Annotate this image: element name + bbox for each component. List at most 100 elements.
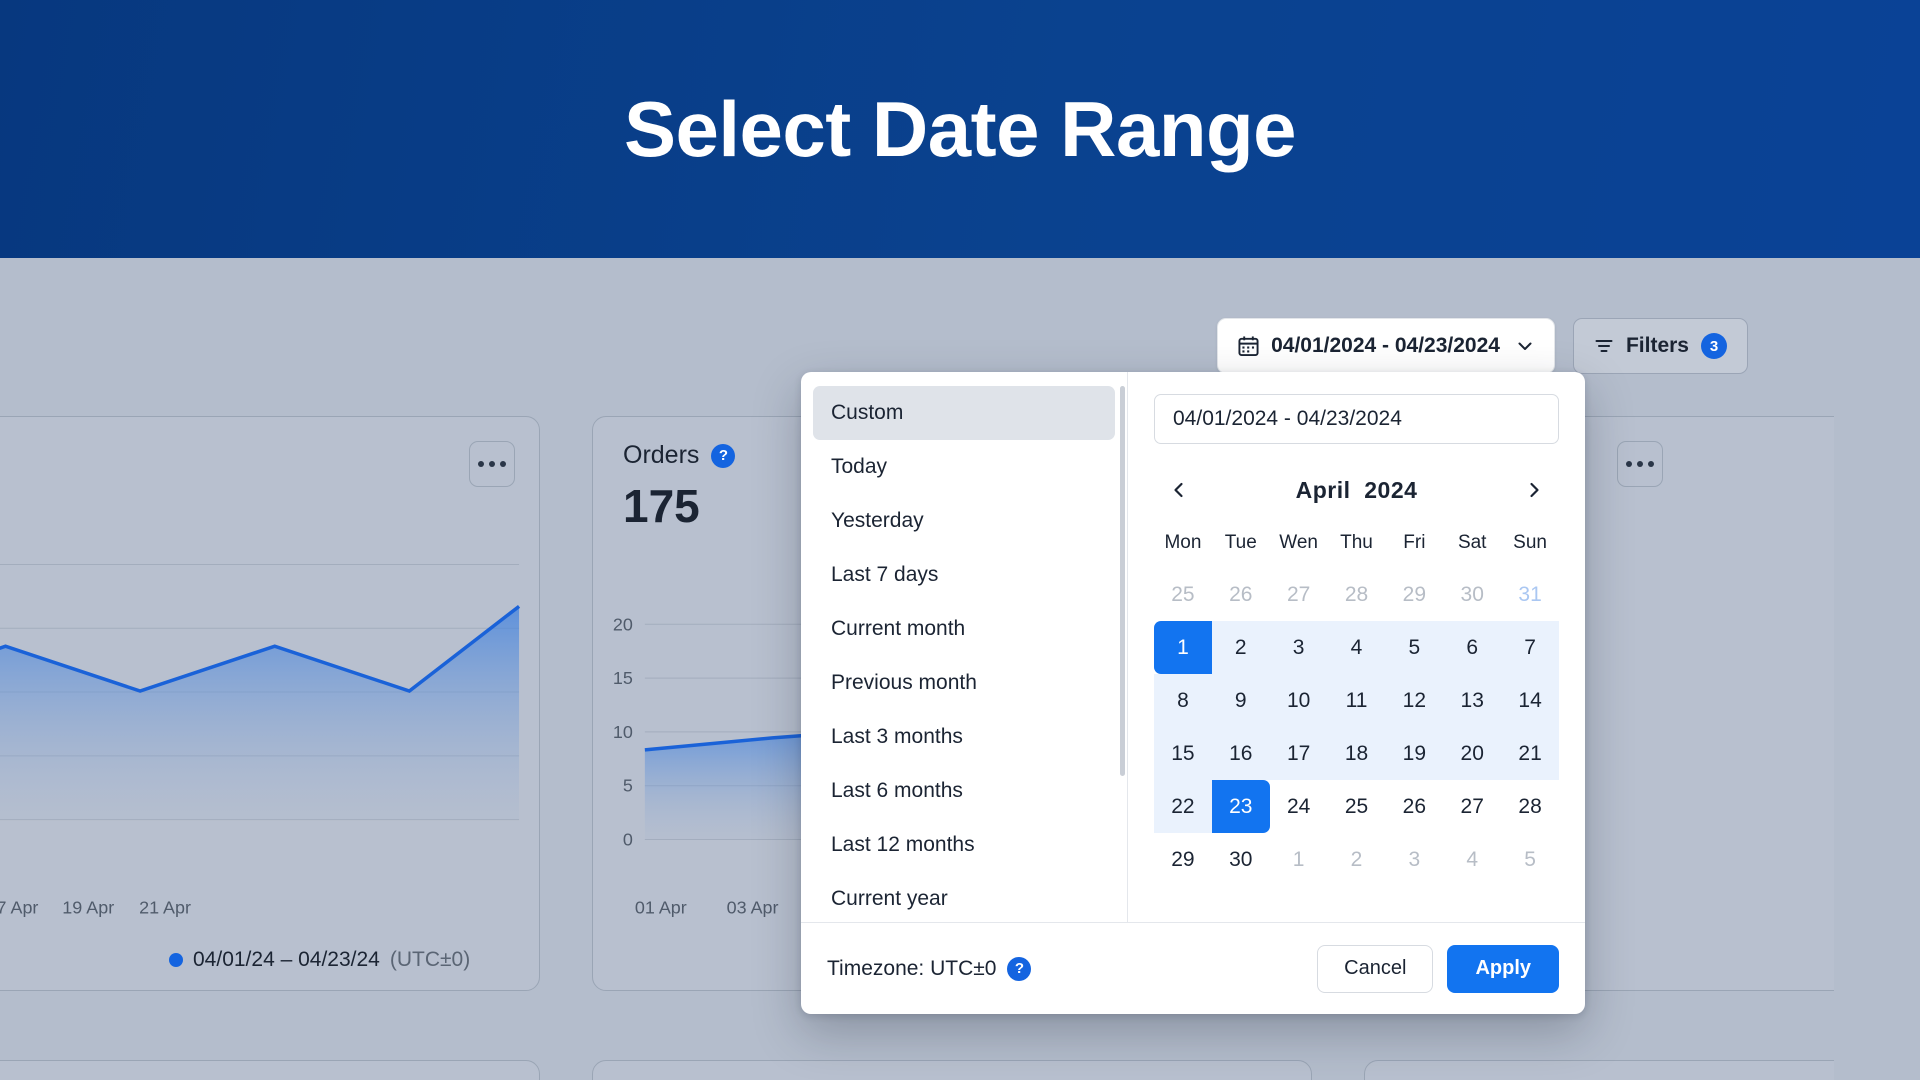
date-range-label: 04/01/2024 - 04/23/2024 (1271, 334, 1500, 357)
preset-label: Last 3 months (831, 725, 963, 748)
calendar-day[interactable]: 4 (1443, 833, 1501, 886)
metric-card-bottom-left (0, 1060, 540, 1080)
calendar-month-label: April (1295, 476, 1351, 503)
calendar-day[interactable]: 25 (1154, 568, 1212, 621)
cancel-button[interactable]: Cancel (1317, 944, 1434, 993)
calendar-day[interactable]: 21 (1501, 727, 1559, 780)
calendar-icon (1238, 336, 1259, 357)
calendar-day[interactable]: 18 (1327, 727, 1386, 780)
calendar-day[interactable]: 27 (1443, 780, 1501, 833)
calendar-day[interactable]: 10 (1269, 674, 1328, 727)
preset-label: Previous month (831, 671, 977, 694)
calendar-day[interactable]: 30 (1443, 568, 1501, 621)
preset-label: Last 6 months (831, 779, 963, 802)
preset-item-last-12-months[interactable]: Last 12 months (813, 818, 1115, 872)
weekday-label: Fri (1403, 532, 1426, 553)
help-icon[interactable]: ? (1007, 956, 1032, 981)
preset-item-custom[interactable]: Custom (813, 386, 1115, 440)
filter-icon (1595, 340, 1613, 352)
y-tick-label: 10 (613, 722, 633, 742)
calendar-day[interactable]: 13 (1443, 674, 1502, 727)
calendar-day[interactable]: 30 (1212, 833, 1270, 886)
calendar-day[interactable]: 28 (1328, 568, 1386, 621)
preset-list-scrollbar[interactable] (1120, 386, 1125, 776)
legend-timezone-label: (UTC±0) (389, 948, 471, 971)
calendar-day[interactable]: 26 (1385, 780, 1443, 833)
calendar-day[interactable]: 29 (1385, 568, 1443, 621)
preset-label: Current month (831, 617, 966, 640)
chevron-down-icon (1518, 342, 1532, 350)
filters-count-badge: 3 (1701, 333, 1727, 359)
preset-item-today[interactable]: Today (813, 440, 1115, 494)
next-month-button[interactable] (1519, 475, 1549, 505)
calendar-day[interactable]: 25 (1328, 780, 1386, 833)
calendar-day[interactable]: 5 (1385, 621, 1444, 674)
preset-item-last-3-months[interactable]: Last 3 months (813, 710, 1115, 764)
calendar-day[interactable]: 19 (1385, 727, 1444, 780)
x-tick-label: 03 Apr (727, 897, 779, 917)
timezone-label: Timezone: UTC±0 (827, 956, 997, 980)
calendar-day[interactable]: 26 (1212, 568, 1270, 621)
weekday-label: Wen (1279, 532, 1318, 553)
calendar-day-grid: 25 26 27 28 29 30 31 1 2 3 4 5 6 7 8 9 10 11 12 13 14 15 16 17 1… (1154, 568, 1559, 886)
calendar-day[interactable]: 1 (1154, 621, 1212, 674)
legend-dot-icon (169, 953, 183, 967)
weekday-label: Thu (1340, 532, 1373, 553)
calendar-weekday-header: Mon Tue Wen Thu Fri Sat Sun (1154, 532, 1559, 554)
y-tick-label: 20 (613, 614, 633, 634)
date-range-button[interactable]: 04/01/2024 - 04/23/2024 (1217, 318, 1555, 374)
chevron-right-icon (1530, 482, 1539, 498)
calendar-day[interactable]: 31 (1501, 568, 1559, 621)
weekday-label: Mon (1164, 532, 1202, 553)
preset-label: Current year (831, 887, 948, 910)
calendar-day[interactable]: 24 (1270, 780, 1328, 833)
calendar-day[interactable]: 28 (1501, 780, 1559, 833)
preset-label: Last 7 days (831, 563, 939, 586)
calendar-day[interactable]: 5 (1501, 833, 1559, 886)
calendar-day[interactable]: 27 (1270, 568, 1328, 621)
x-tick-label: 01 Apr (635, 897, 687, 917)
calendar-day[interactable]: 9 (1211, 674, 1270, 727)
calendar-day[interactable]: 17 (1269, 727, 1328, 780)
calendar-nav: April 2024 (1154, 470, 1559, 510)
preset-label: Today (831, 455, 888, 478)
calendar-day[interactable]: 6 (1443, 621, 1502, 674)
weekday-label: Tue (1224, 532, 1257, 553)
calendar-day[interactable]: 4 (1327, 621, 1386, 674)
prev-month-button[interactable] (1164, 475, 1194, 505)
x-tick-label: 17 Apr (0, 897, 38, 917)
calendar-day[interactable]: 2 (1328, 833, 1386, 886)
apply-button[interactable]: Apply (1447, 944, 1559, 993)
picker-actions: Cancel Apply (1317, 944, 1559, 993)
filters-button[interactable]: Filters 3 (1572, 318, 1748, 374)
preset-item-yesterday[interactable]: Yesterday (813, 494, 1115, 548)
filters-label: Filters (1625, 334, 1689, 357)
calendar-day[interactable]: 29 (1154, 833, 1212, 886)
preset-item-current-year[interactable]: Current year (813, 872, 1115, 922)
calendar-day[interactable]: 11 (1327, 674, 1386, 727)
calendar-day[interactable]: 20 (1443, 727, 1502, 780)
preset-item-last-7-days[interactable]: Last 7 days (813, 548, 1115, 602)
preset-item-previous-month[interactable]: Previous month (813, 656, 1115, 710)
calendar-day[interactable]: 3 (1385, 833, 1443, 886)
calendar-day[interactable]: 23 (1211, 780, 1270, 833)
preset-item-current-month[interactable]: Current month (813, 602, 1115, 656)
date-range-input[interactable]: 04/01/2024 - 04/23/2024 (1154, 394, 1559, 444)
x-tick-label: 19 Apr (62, 897, 114, 917)
weekday-label: Sat (1457, 532, 1487, 553)
calendar-day[interactable]: 16 (1211, 727, 1270, 780)
calendar-day[interactable]: 7 (1501, 621, 1559, 674)
calendar-day[interactable]: 2 (1211, 621, 1270, 674)
calendar-year-label: 2024 (1364, 476, 1418, 503)
calendar-day[interactable]: 14 (1501, 674, 1559, 727)
y-tick-label: 15 (613, 668, 633, 688)
calendar-day[interactable]: 12 (1385, 674, 1444, 727)
preset-label: Yesterday (831, 509, 924, 532)
calendar-day[interactable]: 22 (1154, 780, 1212, 833)
y-tick-label: 0 (623, 830, 633, 850)
calendar-day[interactable]: 15 (1154, 727, 1212, 780)
calendar-day[interactable]: 8 (1154, 674, 1212, 727)
calendar-day[interactable]: 1 (1270, 833, 1328, 886)
preset-item-last-6-months[interactable]: Last 6 months (813, 764, 1115, 818)
calendar-day[interactable]: 3 (1269, 621, 1328, 674)
